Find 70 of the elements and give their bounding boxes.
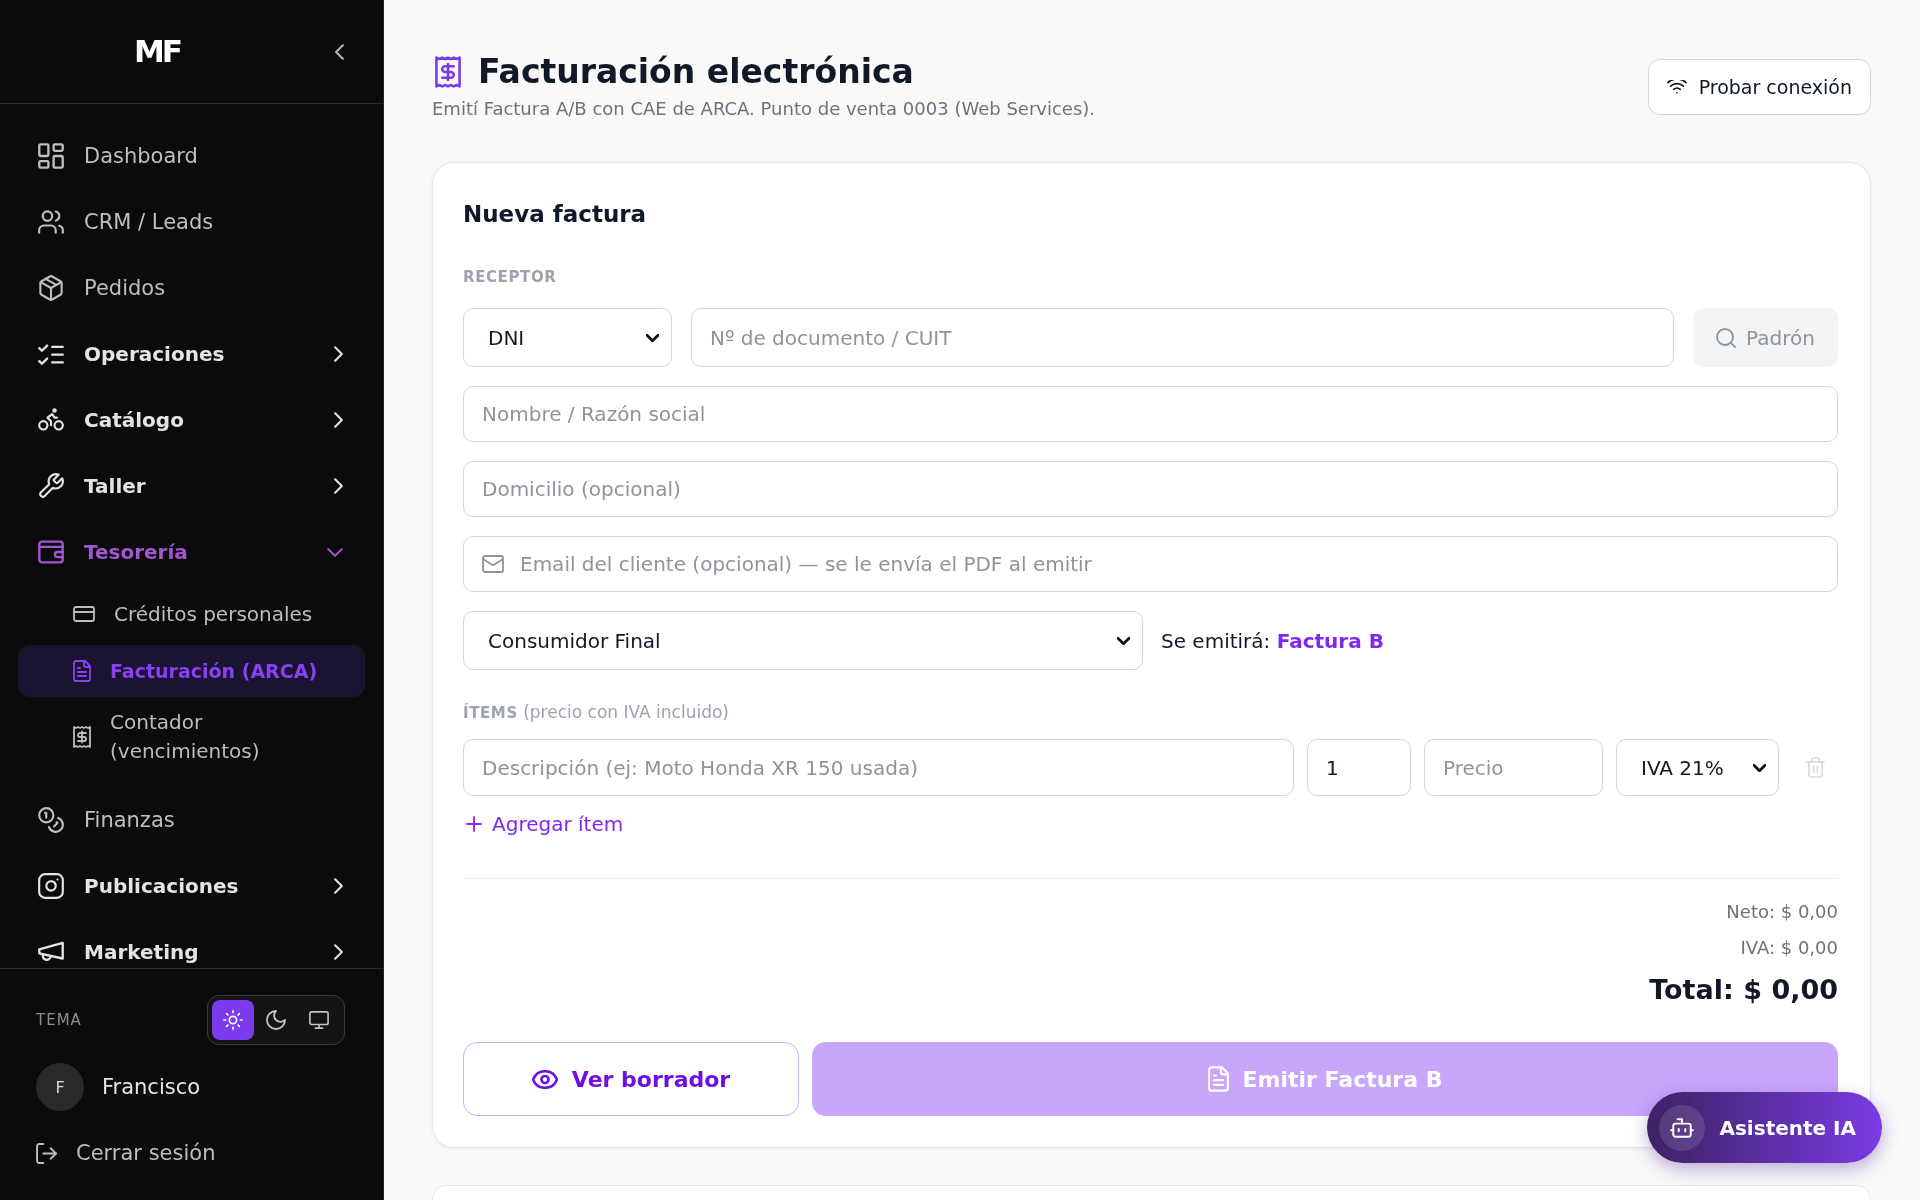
page-title: Facturación electrónica — [478, 52, 914, 92]
document-type-select[interactable]: DNI — [463, 308, 672, 367]
nav-item[interactable]: Taller — [18, 468, 365, 504]
user-name: Francisco — [102, 1075, 201, 1099]
eye-icon — [531, 1069, 558, 1089]
receipt-icon — [73, 726, 91, 748]
quantity-field[interactable]: 1 — [1307, 739, 1411, 796]
light-theme-button[interactable] — [212, 1000, 254, 1040]
sun-icon — [223, 1010, 243, 1030]
wrench-icon — [38, 473, 64, 499]
user-avatar: F — [36, 1063, 84, 1111]
assistant-button[interactable]: Asistente IA — [1647, 1092, 1882, 1163]
wifi-icon — [1666, 80, 1687, 94]
caret-icon — [646, 333, 659, 342]
price-field[interactable]: Precio — [1424, 739, 1603, 796]
nav-item[interactable]: Pedidos — [18, 270, 365, 306]
logo: MF — [134, 36, 181, 67]
document-number-field[interactable]: Nº de documento / CUIT — [691, 308, 1674, 367]
preview-draft-button[interactable]: Ver borrador — [463, 1042, 799, 1116]
caret-icon — [1753, 763, 1766, 772]
nav-item[interactable]: Operaciones — [18, 336, 365, 372]
chevron-left-icon — [335, 43, 344, 60]
document-icon — [1207, 1066, 1229, 1092]
nav-subitem[interactable]: Créditos personales — [18, 588, 365, 640]
card-title: Nueva factura — [463, 200, 648, 229]
coins-icon — [38, 807, 64, 833]
nav-item[interactable]: Dashboard — [18, 138, 365, 174]
logout-button[interactable]: Cerrar sesión — [36, 1139, 216, 1167]
tax-condition-select[interactable]: Consumidor Final — [463, 611, 1143, 670]
users-icon — [38, 209, 64, 235]
section-label: RECEPTOR — [463, 267, 558, 287]
nav-item[interactable]: Marketing — [18, 934, 365, 968]
description-field[interactable]: Descripción (ej: Moto Honda XR 150 usada) — [463, 739, 1294, 796]
trash-icon — [1805, 757, 1825, 778]
credit-card-icon — [73, 606, 95, 622]
box-icon — [38, 275, 64, 301]
theme-label: TEMA — [36, 1011, 82, 1029]
checklist-icon — [38, 341, 64, 367]
grid-icon — [38, 143, 64, 169]
vat-rate-select[interactable]: IVA 21% — [1616, 739, 1779, 796]
address-field[interactable]: Domicilio (opcional) — [463, 461, 1838, 517]
nav-item[interactable]: Finanzas — [18, 802, 365, 838]
document-icon — [73, 660, 91, 682]
items-label: ÍTEMS (precio con IVA incluido) — [463, 701, 730, 724]
monitor-icon — [309, 1010, 329, 1030]
name-field[interactable]: Nombre / Razón social — [463, 386, 1838, 442]
nav-subitem[interactable]: Contador (vencimientos) — [18, 702, 365, 772]
add-item-link[interactable]: Agregar ítem — [463, 812, 624, 836]
bicycle-icon — [38, 407, 64, 433]
invoice-type-note: Se emitirá: Factura B — [1161, 628, 1384, 653]
moon-icon — [266, 1010, 286, 1030]
wallet-icon — [38, 539, 64, 565]
logout-icon — [36, 1142, 57, 1164]
caret-icon — [1117, 636, 1130, 645]
mail-icon — [482, 555, 504, 573]
robot-icon — [1659, 1104, 1706, 1151]
plus-icon — [466, 816, 482, 832]
email-field[interactable]: Email del cliente (opcional) — se le envía el PDF al emitir — [463, 536, 1838, 592]
nav-item[interactable]: CRM / Leads — [18, 204, 365, 240]
camera-icon — [38, 873, 64, 899]
receipt-icon — [435, 56, 461, 88]
vat-amount: IVA: $ 0,00 — [1740, 936, 1838, 960]
nav-item[interactable]: Tesorería — [18, 534, 365, 570]
test-connection-button[interactable]: Probar conexión — [1647, 59, 1871, 115]
nav-item[interactable]: Catálogo — [18, 402, 365, 438]
net-amount: Neto: $ 0,00 — [1726, 900, 1838, 924]
page-subtitle: Emití Factura A/B con CAE de ARCA. Punto de venta 0003 (Web Services). — [432, 97, 1096, 121]
nav-item[interactable]: Publicaciones — [18, 868, 365, 904]
total-amount: Total: $ 0,00 — [1649, 973, 1838, 1007]
search-icon — [1716, 327, 1737, 348]
